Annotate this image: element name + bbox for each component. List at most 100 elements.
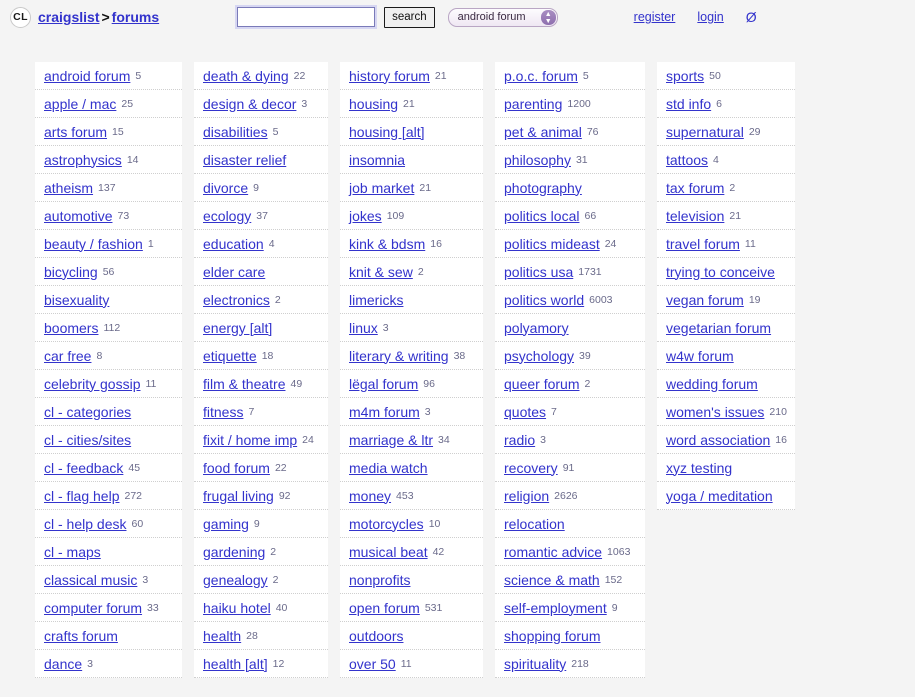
forum-link[interactable]: computer forum bbox=[44, 600, 142, 616]
forum-link[interactable]: electronics bbox=[203, 292, 270, 308]
forum-row[interactable]: over 50 11 bbox=[340, 650, 483, 678]
forum-row[interactable]: computer forum 33 bbox=[35, 594, 182, 622]
forum-row[interactable]: religion 2626 bbox=[495, 482, 645, 510]
breadcrumb-forums-link[interactable]: forums bbox=[112, 9, 159, 25]
forum-row[interactable]: health 28 bbox=[194, 622, 328, 650]
forum-row[interactable]: food forum 22 bbox=[194, 454, 328, 482]
forum-link[interactable]: politics local bbox=[504, 208, 579, 224]
forum-link[interactable]: disaster relief bbox=[203, 152, 286, 168]
forum-link[interactable]: jokes bbox=[349, 208, 382, 224]
forum-row[interactable]: spirituality 218 bbox=[495, 650, 645, 678]
forum-link[interactable]: lëgal forum bbox=[349, 376, 418, 392]
forum-row[interactable]: vegetarian forum bbox=[657, 314, 795, 342]
forum-link[interactable]: housing [alt] bbox=[349, 124, 425, 140]
forum-row[interactable]: pet & animal 76 bbox=[495, 118, 645, 146]
breadcrumb-craigslist-link[interactable]: craigslist bbox=[38, 9, 99, 25]
forum-link[interactable]: politics world bbox=[504, 292, 584, 308]
forum-link[interactable]: etiquette bbox=[203, 348, 257, 364]
forum-row[interactable]: beauty / fashion 1 bbox=[35, 230, 182, 258]
forum-row[interactable]: politics mideast 24 bbox=[495, 230, 645, 258]
forum-link[interactable]: knit & sew bbox=[349, 264, 413, 280]
forum-link[interactable]: energy [alt] bbox=[203, 320, 272, 336]
forum-link[interactable]: education bbox=[203, 236, 264, 252]
forum-row[interactable]: limericks bbox=[340, 286, 483, 314]
forum-link[interactable]: design & decor bbox=[203, 96, 296, 112]
forum-row[interactable]: history forum 21 bbox=[340, 62, 483, 90]
forum-row[interactable]: energy [alt] bbox=[194, 314, 328, 342]
forum-link[interactable]: recovery bbox=[504, 460, 558, 476]
forum-row[interactable]: relocation bbox=[495, 510, 645, 538]
forum-link[interactable]: cl - feedback bbox=[44, 460, 123, 476]
forum-row[interactable]: kink & bdsm 16 bbox=[340, 230, 483, 258]
forum-row[interactable]: fixit / home imp 24 bbox=[194, 426, 328, 454]
forum-row[interactable]: divorce 9 bbox=[194, 174, 328, 202]
forum-row[interactable]: women's issues 210 bbox=[657, 398, 795, 426]
forum-link[interactable]: w4w forum bbox=[666, 348, 734, 364]
forum-link[interactable]: elder care bbox=[203, 264, 265, 280]
forum-link[interactable]: science & math bbox=[504, 572, 600, 588]
forum-link[interactable]: bicycling bbox=[44, 264, 98, 280]
forum-row[interactable]: nonprofits bbox=[340, 566, 483, 594]
forum-row[interactable]: science & math 152 bbox=[495, 566, 645, 594]
forum-link[interactable]: disabilities bbox=[203, 124, 268, 140]
forum-row[interactable]: recovery 91 bbox=[495, 454, 645, 482]
forum-link[interactable]: death & dying bbox=[203, 68, 289, 84]
forum-row[interactable]: tax forum 2 bbox=[657, 174, 795, 202]
forum-link[interactable]: politics mideast bbox=[504, 236, 600, 252]
forum-link[interactable]: psychology bbox=[504, 348, 574, 364]
forum-row[interactable]: cl - flag help 272 bbox=[35, 482, 182, 510]
forum-row[interactable]: gaming 9 bbox=[194, 510, 328, 538]
forum-row[interactable]: jokes 109 bbox=[340, 202, 483, 230]
forum-row[interactable]: car free 8 bbox=[35, 342, 182, 370]
forum-link[interactable]: automotive bbox=[44, 208, 112, 224]
forum-link[interactable]: crafts forum bbox=[44, 628, 118, 644]
forum-link[interactable]: cl - flag help bbox=[44, 488, 119, 504]
forum-row[interactable]: polyamory bbox=[495, 314, 645, 342]
forum-link[interactable]: job market bbox=[349, 180, 414, 196]
forum-link[interactable]: over 50 bbox=[349, 656, 396, 672]
forum-row[interactable]: bicycling 56 bbox=[35, 258, 182, 286]
forum-link[interactable]: money bbox=[349, 488, 391, 504]
forum-link[interactable]: gaming bbox=[203, 516, 249, 532]
forum-row[interactable]: android forum 5 bbox=[35, 62, 182, 90]
forum-row[interactable]: crafts forum bbox=[35, 622, 182, 650]
forum-link[interactable]: travel forum bbox=[666, 236, 740, 252]
forum-link[interactable]: bisexuality bbox=[44, 292, 109, 308]
forum-select[interactable]: android forumapple / macarts forumastrop… bbox=[447, 7, 558, 27]
forum-row[interactable]: dance 3 bbox=[35, 650, 182, 678]
forum-link[interactable]: wedding forum bbox=[666, 376, 758, 392]
forum-row[interactable]: housing 21 bbox=[340, 90, 483, 118]
forum-link[interactable]: apple / mac bbox=[44, 96, 116, 112]
forum-row[interactable]: design & decor 3 bbox=[194, 90, 328, 118]
forum-link[interactable]: supernatural bbox=[666, 124, 744, 140]
forum-row[interactable]: etiquette 18 bbox=[194, 342, 328, 370]
register-link[interactable]: register bbox=[634, 10, 676, 24]
forum-row[interactable]: motorcycles 10 bbox=[340, 510, 483, 538]
forum-link[interactable]: divorce bbox=[203, 180, 248, 196]
forum-link[interactable]: frugal living bbox=[203, 488, 274, 504]
forum-link[interactable]: history forum bbox=[349, 68, 430, 84]
forum-link[interactable]: gardening bbox=[203, 544, 265, 560]
forum-link[interactable]: sports bbox=[666, 68, 704, 84]
forum-row[interactable]: ecology 37 bbox=[194, 202, 328, 230]
forum-row[interactable]: automotive 73 bbox=[35, 202, 182, 230]
forum-link[interactable]: vegan forum bbox=[666, 292, 744, 308]
search-button[interactable]: search bbox=[384, 6, 435, 28]
forum-row[interactable]: psychology 39 bbox=[495, 342, 645, 370]
forum-row[interactable]: politics world 6003 bbox=[495, 286, 645, 314]
forum-row[interactable]: apple / mac 25 bbox=[35, 90, 182, 118]
forum-link[interactable]: spirituality bbox=[504, 656, 566, 672]
forum-link[interactable]: pet & animal bbox=[504, 124, 582, 140]
forum-link[interactable]: health bbox=[203, 628, 241, 644]
forum-link[interactable]: car free bbox=[44, 348, 91, 364]
forum-row[interactable]: boomers 112 bbox=[35, 314, 182, 342]
forum-link[interactable]: beauty / fashion bbox=[44, 236, 143, 252]
forum-row[interactable]: electronics 2 bbox=[194, 286, 328, 314]
forum-link[interactable]: musical beat bbox=[349, 544, 428, 560]
forum-link[interactable]: marriage & ltr bbox=[349, 432, 433, 448]
forum-link[interactable]: self-employment bbox=[504, 600, 607, 616]
forum-link[interactable]: philosophy bbox=[504, 152, 571, 168]
forum-link[interactable]: politics usa bbox=[504, 264, 573, 280]
forum-row[interactable]: health [alt] 12 bbox=[194, 650, 328, 678]
forum-row[interactable]: shopping forum bbox=[495, 622, 645, 650]
